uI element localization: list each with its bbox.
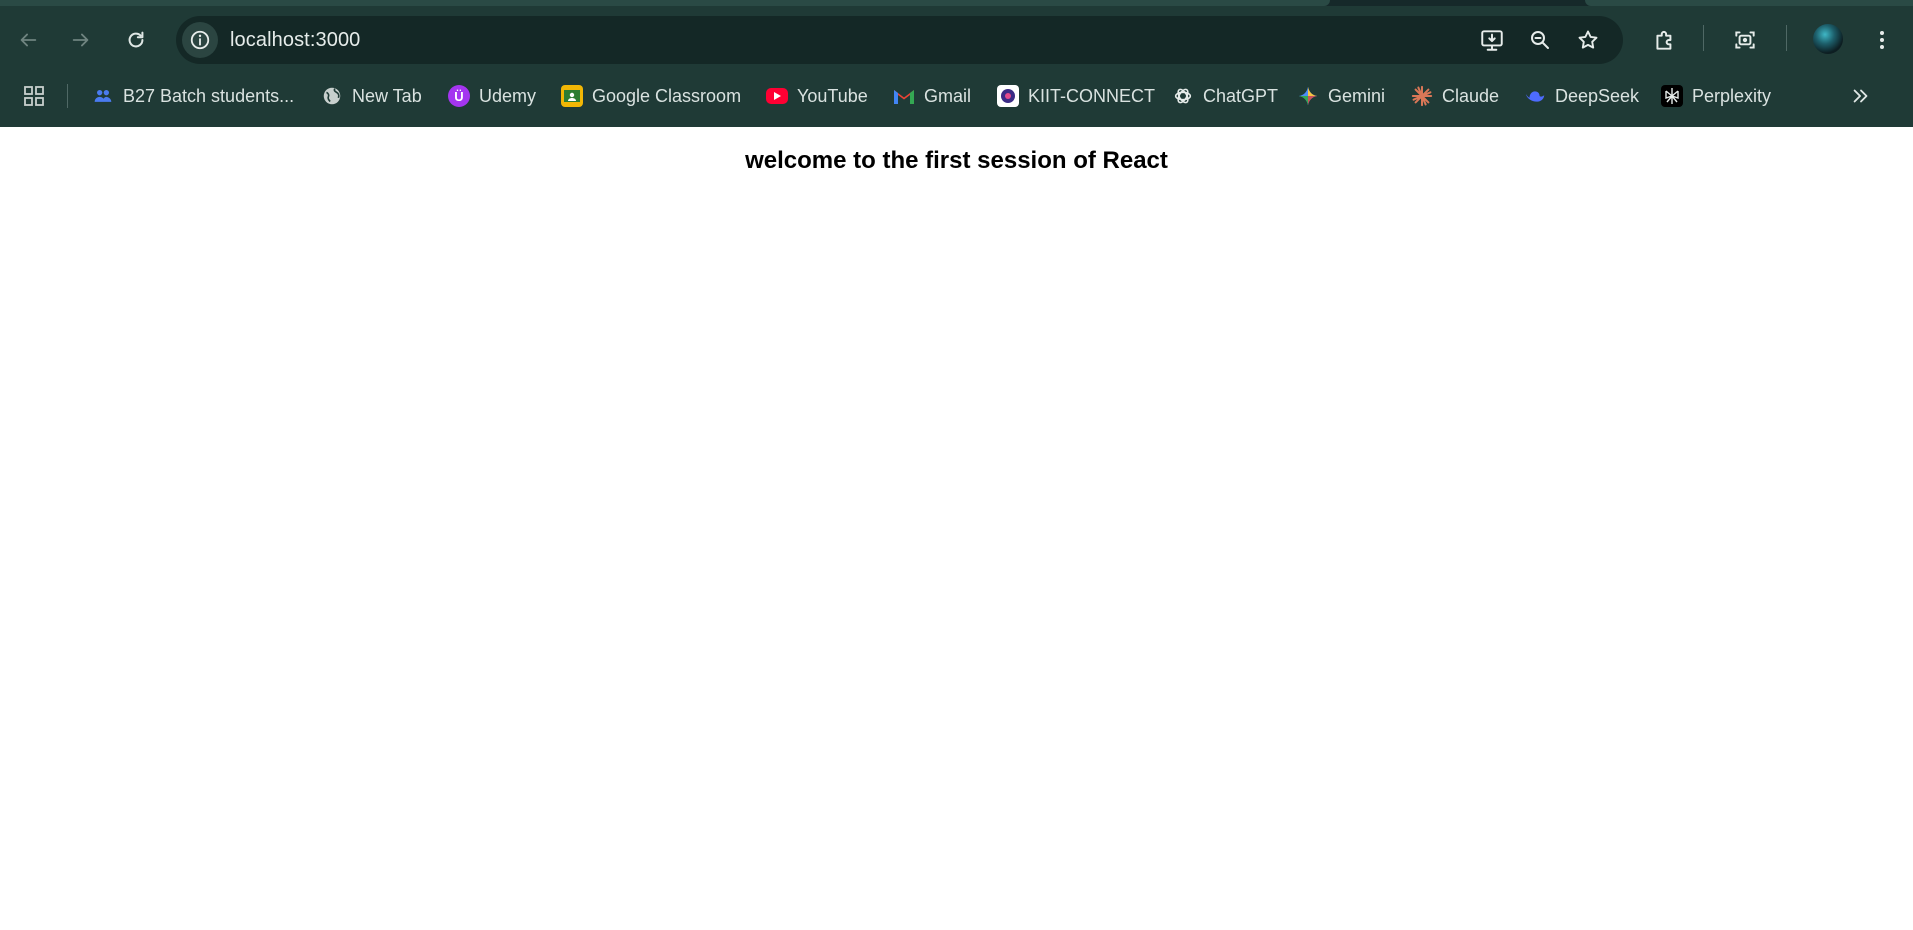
zoom-button[interactable] <box>1527 27 1553 53</box>
bookmarks-bar: B27 Batch students... New Tab Ü Udemy Go… <box>0 78 1913 114</box>
url-text[interactable]: localhost:3000 <box>230 29 360 52</box>
bookmark-label: Udemy <box>479 85 537 106</box>
bookmark-gmail[interactable]: Gmail <box>893 78 971 114</box>
bookmark-google-classroom[interactable]: Google Classroom <box>561 78 741 114</box>
bookmark-label: KIIT-CONNECT <box>1028 85 1156 106</box>
bookmark-gemini[interactable]: Gemini <box>1297 78 1385 114</box>
bookmark-chatgpt[interactable]: ChatGPT <box>1172 78 1278 114</box>
bookmark-label: Gemini <box>1328 85 1386 106</box>
star-icon <box>1578 30 1598 49</box>
install-app-icon <box>1481 30 1503 51</box>
gmail-icon <box>893 85 915 107</box>
inactive-tab[interactable] <box>1585 0 1913 6</box>
arrow-right-icon <box>72 33 89 47</box>
page-heading: welcome to the first session of React <box>745 147 1168 174</box>
back-button[interactable] <box>10 22 46 58</box>
bookmarks-divider <box>67 84 68 108</box>
bookmark-label: B27 Batch students... <box>123 85 295 106</box>
chatgpt-icon <box>1172 85 1194 107</box>
bookmark-kiit-connect[interactable]: KIIT-CONNECT <box>997 78 1155 114</box>
bookmark-claude[interactable]: Claude <box>1411 78 1499 114</box>
udemy-icon: Ü <box>448 85 470 107</box>
install-app-button[interactable] <box>1479 27 1505 53</box>
address-bar[interactable]: localhost:3000 <box>176 16 1623 64</box>
puzzle-icon <box>1656 30 1672 50</box>
deepseek-icon <box>1524 85 1546 107</box>
bookmark-udemy[interactable]: Ü Udemy <box>448 78 536 114</box>
reload-icon <box>128 31 144 48</box>
bookmark-b27-batch[interactable]: B27 Batch students... <box>92 78 294 114</box>
forward-button[interactable] <box>63 22 99 58</box>
perplexity-icon <box>1661 85 1683 107</box>
toolbar: localhost:3000 <box>0 11 1913 69</box>
profile-avatar[interactable] <box>1813 24 1843 54</box>
apps-button[interactable] <box>22 78 46 114</box>
youtube-icon <box>766 88 788 104</box>
bookmark-youtube[interactable]: YouTube <box>766 78 868 114</box>
claude-icon <box>1411 85 1433 107</box>
bookmark-label: ChatGPT <box>1203 85 1279 106</box>
toolbar-divider <box>1786 25 1787 51</box>
bookmark-label: Perplexity <box>1692 85 1772 106</box>
bookmark-deepseek[interactable]: DeepSeek <box>1524 78 1639 114</box>
bookmark-label: New Tab <box>352 85 422 106</box>
bookmark-label: YouTube <box>797 85 868 106</box>
chevron-double-right-icon <box>1853 89 1868 103</box>
browser-chrome: localhost:3000 B27 Batch students... New… <box>0 0 1913 127</box>
zoom-icon <box>1531 31 1549 49</box>
site-info-button[interactable] <box>182 22 218 58</box>
bookmark-label: Gmail <box>924 85 972 106</box>
page-content: welcome to the first session of React <box>0 127 1913 930</box>
arrow-left-icon <box>20 33 37 47</box>
bookmark-perplexity[interactable]: Perplexity <box>1661 78 1771 114</box>
active-tab[interactable] <box>0 0 1330 6</box>
classroom-icon <box>561 85 583 107</box>
apps-grid-icon <box>24 86 44 106</box>
screenshot-button[interactable] <box>1731 26 1759 54</box>
info-icon <box>190 30 210 50</box>
camera-icon <box>1735 31 1755 49</box>
bookmark-label: DeepSeek <box>1555 85 1640 106</box>
globe-icon <box>321 85 343 107</box>
bookmarks-overflow-button[interactable] <box>1850 78 1872 114</box>
reload-button[interactable] <box>118 22 154 58</box>
tab-strip <box>0 0 1913 6</box>
bookmark-star-button[interactable] <box>1575 27 1601 53</box>
kiit-icon <box>997 85 1019 107</box>
people-icon <box>92 85 114 107</box>
gemini-icon <box>1297 85 1319 107</box>
three-dots-icon <box>1880 31 1884 49</box>
extensions-button[interactable] <box>1651 26 1679 54</box>
browser-menu-button[interactable] <box>1868 26 1896 54</box>
bookmark-new-tab[interactable]: New Tab <box>321 78 422 114</box>
bookmark-label: Claude <box>1442 85 1500 106</box>
bookmark-label: Google Classroom <box>592 85 742 106</box>
toolbar-divider <box>1703 25 1704 51</box>
